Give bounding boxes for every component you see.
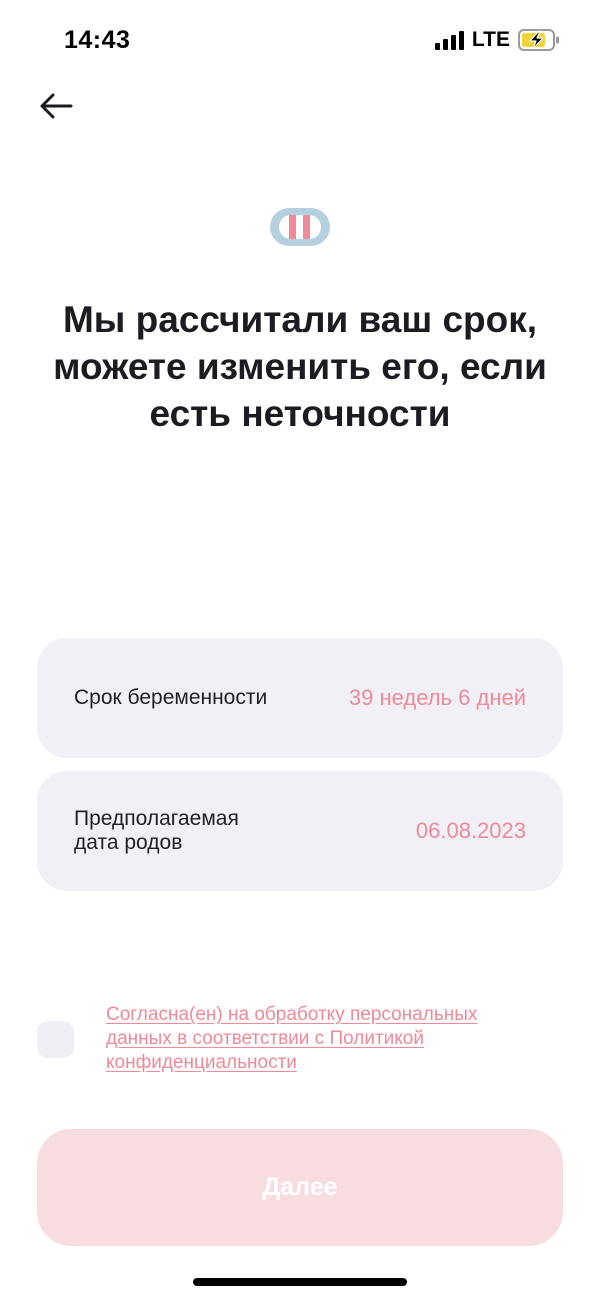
home-indicator[interactable] bbox=[193, 1278, 407, 1286]
pregnancy-term-field[interactable]: Срок беременности 39 недель 6 дней bbox=[37, 638, 563, 758]
consent-row: Согласна(ен) на обработку персональных д… bbox=[37, 1003, 563, 1075]
consent-checkbox[interactable] bbox=[37, 1020, 74, 1058]
due-date-label: Предполагаемая дата родов bbox=[74, 807, 239, 854]
next-button[interactable]: Далее bbox=[37, 1129, 563, 1246]
network-label: LTE bbox=[471, 28, 510, 51]
signal-icon bbox=[434, 30, 464, 50]
due-date-value: 06.08.2023 bbox=[415, 818, 526, 843]
screen: 14:43 LTE Мы рассчитали ваш срок, можете… bbox=[0, 0, 600, 1297]
status-time: 14:43 bbox=[64, 26, 131, 54]
privacy-policy-link[interactable]: Согласна(ен) на обработку персональных д… bbox=[106, 1003, 536, 1075]
pregnancy-term-label: Срок беременности bbox=[74, 686, 268, 709]
back-button[interactable] bbox=[36, 88, 76, 124]
status-indicators: LTE bbox=[434, 28, 560, 52]
due-date-field[interactable]: Предполагаемая дата родов 06.08.2023 bbox=[37, 771, 563, 891]
arrow-left-icon bbox=[40, 93, 73, 119]
page-title: Мы рассчитали ваш срок, можете изменить … bbox=[53, 299, 547, 434]
status-bar: 14:43 LTE bbox=[0, 0, 600, 80]
pregnancy-test-logo-icon bbox=[270, 208, 330, 246]
pregnancy-term-value: 39 недель 6 дней bbox=[348, 685, 526, 710]
battery-charging-icon bbox=[518, 29, 559, 51]
